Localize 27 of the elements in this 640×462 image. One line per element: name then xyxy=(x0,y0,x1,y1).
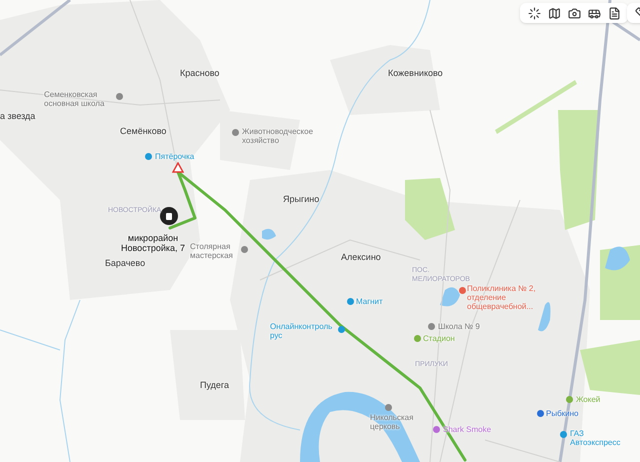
poi-label[interactable]: Магнит xyxy=(356,297,383,306)
poi-label[interactable]: Животноводческое хозяйство xyxy=(242,127,324,145)
bus-icon xyxy=(588,6,600,20)
poi-label[interactable]: Жокей xyxy=(576,395,600,404)
place-label: Семёнково xyxy=(120,125,166,138)
poi-label[interactable]: ГАЗ Автоэкспресс xyxy=(570,429,618,447)
poi-label[interactable]: Пятёрочка xyxy=(155,152,194,161)
poi-label[interactable]: Рыбкино xyxy=(546,409,579,418)
poi-label[interactable]: Стадион xyxy=(423,334,455,343)
warning-sign-icon xyxy=(172,162,184,173)
place-label: а звезда xyxy=(0,110,36,123)
poi-label[interactable]: Столярная мастерская xyxy=(190,242,240,260)
place-label: Красново xyxy=(180,67,220,80)
place-label: Пудега xyxy=(200,379,230,392)
place-label: Барачево xyxy=(105,257,146,270)
document-icon xyxy=(608,6,620,20)
place-label: Кожевниково xyxy=(388,67,443,80)
building-icon xyxy=(166,212,172,220)
place-label: Алексино xyxy=(341,251,381,264)
poi-label[interactable]: Онлайнконтроль рус xyxy=(270,322,336,340)
map-icon xyxy=(548,6,560,20)
poi-label[interactable]: Поликлиника № 2, отделение общеврачебной... xyxy=(467,284,549,311)
camera-icon xyxy=(568,6,580,20)
address-label: микрорайон Новостройка, 7 xyxy=(120,233,186,253)
poi-label[interactable]: Школа № 9 xyxy=(438,322,480,331)
place-label: Ярыгино xyxy=(283,193,320,206)
poi-label[interactable]: Семенковская основная школа xyxy=(44,90,114,108)
